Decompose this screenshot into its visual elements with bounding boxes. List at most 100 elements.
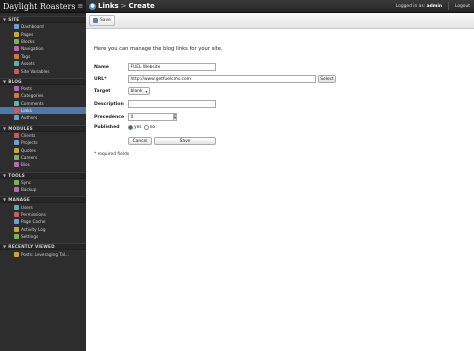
sidebar-section-header[interactable]: ▼ SITE [0, 16, 86, 23]
sidebar-item-page-cache[interactable]: Page Cache [0, 218, 86, 225]
app-title[interactable]: Daylight Roasters [3, 2, 75, 11]
description-row: Description [94, 100, 216, 108]
sidebar-item-label: Posts [21, 85, 32, 91]
sidebar-item-label: Users [21, 204, 33, 210]
name-row: Name FUEL Website [94, 63, 216, 71]
sidebar-item-links[interactable]: Links [0, 106, 86, 115]
sidebar-item-bios[interactable]: Bios [0, 161, 86, 168]
sidebar-item-careers[interactable]: Careers [0, 154, 86, 161]
description-input[interactable] [128, 100, 216, 108]
intro-text: Here you can manage the blog links for y… [94, 46, 223, 52]
nav-item-icon [14, 212, 19, 217]
precedence-input[interactable]: 0 [128, 113, 174, 121]
sidebar-item-label: Navigation [21, 46, 44, 52]
sidebar-item-label: Pages [21, 31, 34, 37]
nav-item-icon [14, 61, 19, 67]
published-no-label: no [149, 125, 156, 130]
required-note: * required fields [94, 152, 130, 157]
sidebar-section-label: MANAGE [8, 197, 30, 203]
name-input[interactable]: FUEL Website [128, 63, 216, 71]
nav-item-icon [14, 155, 19, 161]
breadcrumb-separator: > [120, 2, 127, 10]
sidebar-item-authors[interactable]: Authors [0, 114, 86, 121]
toolbar-save-label: Save [100, 18, 111, 23]
url-label: URL* [94, 76, 107, 82]
target-label: Target [94, 88, 111, 94]
published-yes-radio[interactable] [128, 125, 133, 130]
sidebar-item-dashboard[interactable]: Dashboard [0, 23, 86, 30]
sidebar-item-label: Assets [21, 61, 35, 67]
toolbar-save-button[interactable]: Save [89, 15, 115, 26]
cancel-button[interactable]: Cancel [128, 137, 152, 145]
sidebar-item-pages[interactable]: Pages [0, 30, 86, 37]
nav-item-icon [14, 140, 19, 146]
sidebar-section-header[interactable]: ▼ TOOLS [0, 171, 86, 179]
sidebar-item-backup[interactable]: Backup [0, 186, 86, 193]
sidebar-item-activity-log[interactable]: Activity Log [0, 226, 86, 233]
sidebar-section-label: RECENTLY VIEWED [8, 244, 55, 250]
menu-icon[interactable]: ≡ [77, 2, 83, 10]
url-select-button[interactable]: Select [318, 75, 336, 83]
sidebar-item-site-variables[interactable]: Site Variables [0, 67, 86, 74]
sidebar-section-header[interactable]: ▼ MANAGE [0, 196, 86, 204]
nav-item-icon [14, 46, 19, 52]
nav-item-icon [14, 162, 19, 168]
stepper-down-icon[interactable]: ▼ [173, 117, 177, 121]
sidebar-section: ▼ MANAGE Users Permissions Page Cache Activit… [0, 196, 86, 240]
sidebar-item-label: Careers [21, 155, 38, 161]
target-select[interactable]: blank ▾ [128, 87, 151, 95]
sidebar-item-label: Comments [21, 100, 44, 106]
sidebar-item-navigation[interactable]: Navigation [0, 45, 86, 52]
sidebar-item-label: Quotes [21, 147, 36, 153]
main-content: Here you can manage the blog links for y… [86, 29, 474, 351]
sidebar-item-label: Activity Log [21, 226, 46, 232]
sidebar-item-sync[interactable]: Sync [0, 179, 86, 186]
sidebar-item-comments[interactable]: Comments [0, 100, 86, 107]
sidebar-item-blocks[interactable]: Blocks [0, 38, 86, 45]
user-area: Logged in as: admin Logout [396, 2, 470, 10]
collapse-arrow-icon: ▼ [3, 78, 7, 84]
nav-item-icon [14, 85, 19, 91]
sidebar-item-clients[interactable]: Clients [0, 132, 86, 139]
sidebar-item-posts[interactable]: Posts [0, 85, 86, 92]
published-row: Published yes no [94, 125, 157, 130]
sidebar: Daylight Roasters ≡ ▼ SITE Dashboard Pages B… [0, 0, 86, 351]
target-row: Target blank ▾ [94, 87, 151, 95]
sidebar-section-header[interactable]: ▼ RECENTLY VIEWED [0, 243, 86, 251]
sidebar-item-categories[interactable]: Categories [0, 92, 86, 99]
sidebar-item-assets[interactable]: Assets [0, 60, 86, 67]
sidebar-item-tags[interactable]: Tags [0, 53, 86, 60]
sidebar-item-label: Sync [21, 179, 32, 185]
sidebar-item-permissions[interactable]: Permissions [0, 211, 86, 218]
sidebar-item-posts-leveraging-tal[interactable]: Posts: Leveraging Tal... [0, 250, 86, 257]
precedence-stepper[interactable]: ▲ ▼ [173, 113, 177, 121]
sidebar-item-label: Authors [21, 115, 38, 121]
sidebar-item-users[interactable]: Users [0, 203, 86, 210]
sidebar-item-label: Bios [21, 162, 30, 168]
sidebar-section-header[interactable]: ▼ MODULES [0, 124, 86, 132]
sidebar-item-label: Clients [21, 132, 36, 138]
nav-item-icon [14, 147, 19, 153]
breadcrumb-parent[interactable]: Links [98, 2, 119, 10]
nav-item-icon [14, 179, 19, 185]
user-link[interactable]: admin [427, 4, 442, 9]
sidebar-item-settings[interactable]: Settings [0, 233, 86, 240]
save-button[interactable]: Save [154, 137, 216, 145]
sidebar-item-label: Dashboard [21, 24, 44, 30]
sidebar-item-projects[interactable]: Projects [0, 139, 86, 146]
sidebar-item-label: Posts: Leveraging Tal... [21, 251, 69, 257]
nav-item-icon [14, 31, 19, 37]
sidebar-section-header[interactable]: ▼ BLOG [0, 77, 86, 85]
form-actions: Cancel Save [94, 137, 216, 145]
sidebar-item-quotes[interactable]: Quotes [0, 146, 86, 153]
collapse-arrow-icon: ▼ [3, 125, 7, 131]
published-label: Published [94, 125, 120, 130]
logout-link[interactable]: Logout [455, 4, 470, 9]
nav-item-icon [14, 234, 19, 240]
url-row: URL* http://www.getfuelcms.com Select [94, 75, 336, 83]
url-input[interactable]: http://www.getfuelcms.com [128, 75, 316, 83]
save-icon [93, 18, 98, 23]
sidebar-section-label: TOOLS [8, 172, 25, 178]
published-no-radio[interactable] [143, 125, 149, 130]
logged-in-label: Logged in as: [395, 3, 426, 9]
